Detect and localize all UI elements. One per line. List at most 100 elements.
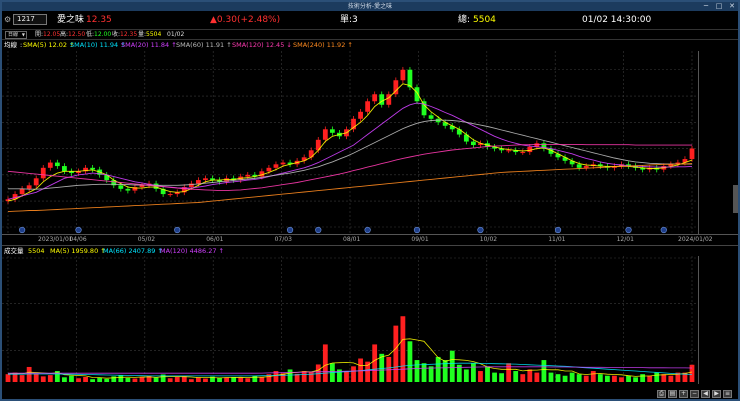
volume-bar <box>33 373 39 382</box>
volume-bar <box>287 369 293 382</box>
volume-bar <box>534 372 540 382</box>
volume-bar <box>40 376 46 382</box>
event-marker-icon <box>75 226 82 234</box>
total-volume-value: 5504 <box>473 15 496 25</box>
zoom-in-icon[interactable]: + <box>679 390 688 398</box>
volume-bar <box>365 361 371 382</box>
volume-bar <box>463 369 469 382</box>
volume-bar <box>576 374 582 382</box>
stock-code-input[interactable]: 1217 <box>13 14 47 25</box>
minimize-icon[interactable]: ─ <box>700 2 712 11</box>
volume-bar <box>118 375 124 382</box>
candle <box>280 162 286 165</box>
chart-scrollbar[interactable] <box>733 185 738 213</box>
volume-bar <box>47 375 53 382</box>
date-axis-label: 11/01 <box>548 236 566 243</box>
volume-bar <box>506 363 512 382</box>
volume-chart[interactable] <box>2 256 738 384</box>
quote-datetime: 01/02 14:30:00 <box>582 15 652 25</box>
event-marker-icon <box>413 226 421 234</box>
volume-bar <box>62 377 67 382</box>
high-label: 高: <box>60 31 69 38</box>
date-axis-label: 08/01 <box>343 236 361 243</box>
ma-legend-sma240[interactable]: SMA(240) 11.92 ↑ <box>293 41 353 50</box>
volume-legend-ma66[interactable]: MA(66) 2407.89 ↑ <box>103 247 163 256</box>
volume-bar <box>393 325 399 382</box>
volume-bar <box>132 378 138 382</box>
volume-bar <box>527 369 533 382</box>
volume-bar <box>562 375 568 382</box>
volume-bar <box>661 374 667 382</box>
low-value: 12.00 <box>94 31 112 38</box>
event-marker-icon <box>174 226 181 234</box>
candle <box>125 188 131 191</box>
ma-legend-sma60[interactable]: SMA(60) 11.91 ↑ <box>176 41 232 50</box>
candle <box>118 185 124 189</box>
settings-icon[interactable]: ≡ <box>723 390 732 398</box>
scroll-left-icon[interactable]: ◀ <box>701 390 710 398</box>
candle <box>583 166 589 168</box>
ma-legend-sma120[interactable]: SMA(120) 12.45 ↓ <box>232 41 292 50</box>
candle <box>527 146 533 153</box>
volume-bar <box>188 379 194 382</box>
candle <box>62 166 67 172</box>
date-axis-label: 04/06 <box>69 236 87 243</box>
gear-icon[interactable]: ⚙ <box>4 14 11 26</box>
period-value: 日線 <box>8 32 19 38</box>
volume-legend-ma120[interactable]: MA(120) 4486.27 ↑ <box>160 247 224 256</box>
date-axis-label: 2023/01/01 <box>38 236 73 243</box>
maximize-icon[interactable]: □ <box>713 2 725 11</box>
candle <box>266 167 272 172</box>
event-marker-icon <box>625 226 632 234</box>
candle <box>414 87 420 102</box>
unit-volume: 單:3 <box>340 15 358 25</box>
volume-bar <box>485 366 490 382</box>
close-icon[interactable]: ✕ <box>726 2 738 11</box>
volume-legend-value: 5504 <box>28 247 45 255</box>
volume-bar <box>407 341 413 382</box>
candle <box>428 115 434 119</box>
volume-bar <box>654 372 660 382</box>
print-icon[interactable]: ⎙ <box>657 390 666 398</box>
volume-bar <box>435 356 441 382</box>
volume-bar <box>195 377 201 382</box>
volume-bar <box>492 372 497 382</box>
period-select[interactable]: 日線 ▼ <box>5 31 27 39</box>
ma-legend-sma5[interactable]: SMA(5) 12.02 ↑ <box>23 41 75 50</box>
volume-bar <box>449 350 455 382</box>
date-axis-label: 09/01 <box>411 236 429 243</box>
volume-bar <box>689 364 695 382</box>
zoom-out-icon[interactable]: − <box>690 390 699 398</box>
volume-bar <box>125 377 131 382</box>
volume-bar <box>499 373 505 382</box>
ma-legend-sma20[interactable]: SMA(20) 11.84 ↑ <box>121 41 177 50</box>
volume-bar <box>308 371 314 382</box>
volume-bar <box>668 375 674 382</box>
stock-name: 愛之味 <box>57 15 85 25</box>
candle <box>195 180 201 184</box>
event-marker-icon <box>660 226 667 234</box>
candle <box>471 141 476 146</box>
candle <box>421 101 427 116</box>
quote-bar: ⚙ 1217 愛之味 12.35 ▲0.30(+2.48%) 單:3 總: 55… <box>2 11 738 29</box>
volume-bar <box>569 372 575 382</box>
volume-bar <box>245 378 251 382</box>
volume-bar <box>612 375 617 382</box>
close-value: 12.35 <box>120 31 138 38</box>
save-icon[interactable]: ▤ <box>668 390 677 398</box>
volume-bar <box>111 376 117 382</box>
scroll-right-icon[interactable]: ▶ <box>712 390 721 398</box>
window-title: 技術分析-愛之味 <box>347 3 393 10</box>
volume-bar <box>26 366 32 382</box>
volume-bar <box>640 374 646 382</box>
vol-label: 量: <box>138 31 147 38</box>
ma-legend-sma10[interactable]: SMA(10) 11.94 ↑ <box>70 41 126 50</box>
volume-bar <box>301 371 307 382</box>
volume-legend-ma5[interactable]: MA(5) 1959.80 ↑ <box>50 247 106 256</box>
candle <box>203 178 208 181</box>
volume-bar <box>597 374 603 382</box>
volume-bar <box>259 377 265 382</box>
price-chart[interactable] <box>2 51 738 235</box>
date-axis-label: 06/01 <box>206 236 224 243</box>
volume-bar <box>104 378 110 382</box>
